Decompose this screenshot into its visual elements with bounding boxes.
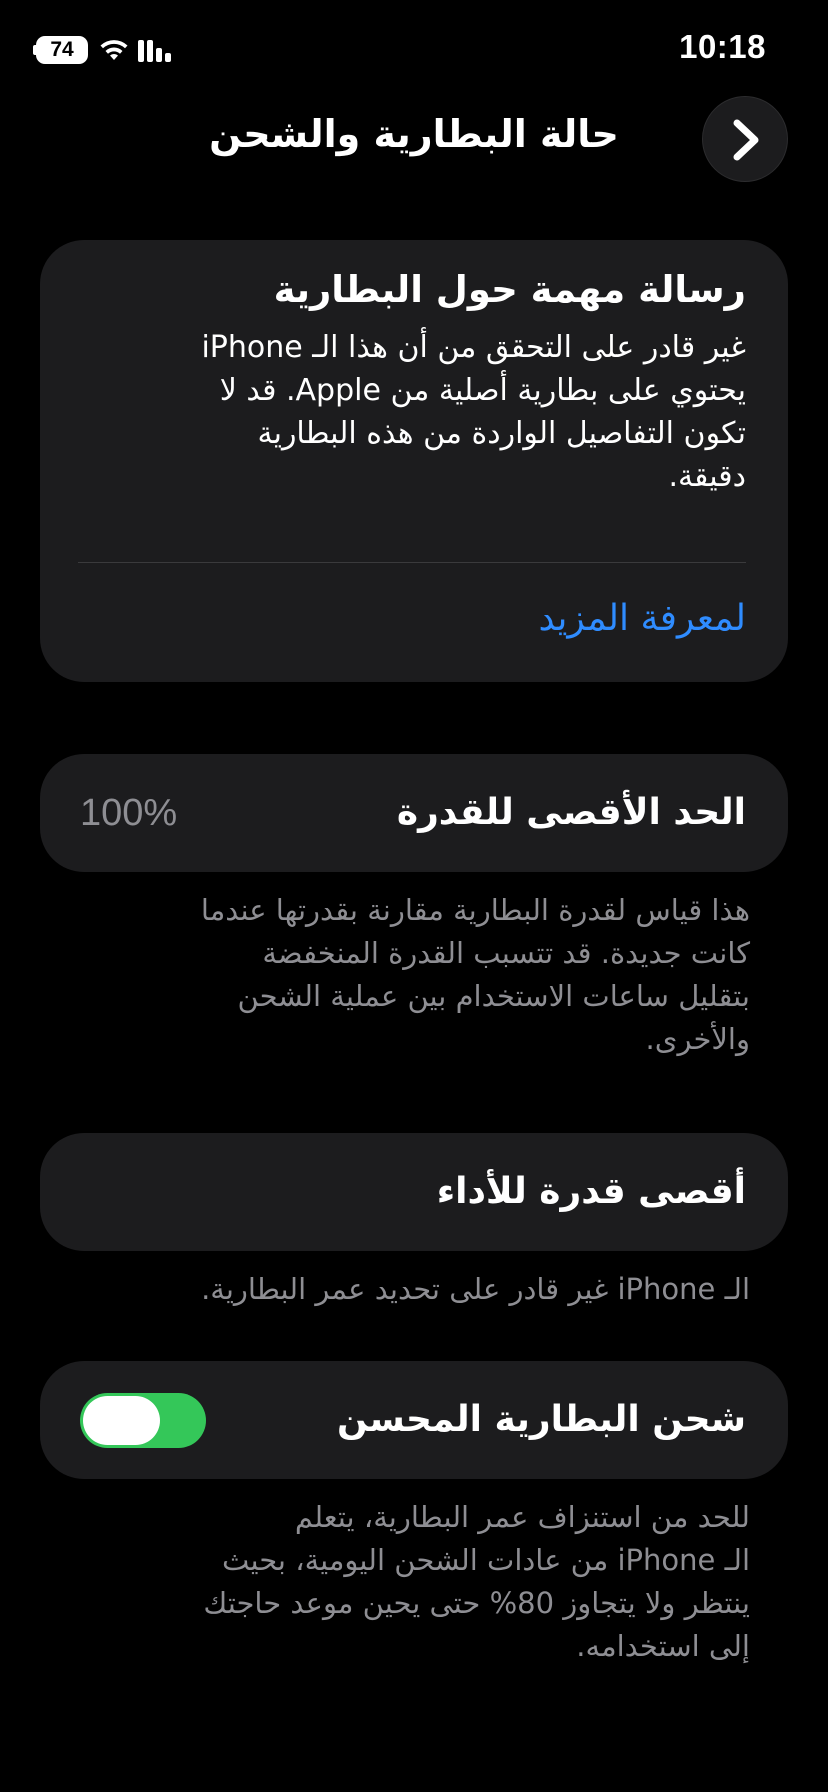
maximum-capacity-row: الحد الأقصى للقدرة 100%: [40, 754, 788, 872]
cellular-signal-icon: [138, 40, 171, 62]
battery-message-card: رسالة مهمة حول البطارية غير قادر على الت…: [40, 240, 788, 682]
chevron-right-icon: [733, 119, 759, 161]
note-line: كانت جديدة. قد تتسبب القدرة المنخفضة: [262, 936, 750, 970]
wifi-icon: [100, 40, 128, 60]
note-line: بتقليل ساعات الاستخدام بين عملية الشحن: [237, 979, 751, 1013]
battery-icon: 74: [36, 36, 88, 64]
toggle-knob: [83, 1396, 160, 1445]
note-line: الـ iPhone من عادات الشحن اليومية، بحيث: [221, 1543, 750, 1577]
note-line: والأخرى.: [645, 1022, 750, 1056]
battery-message-body: غير قادر على التحقق من أن هذا الـ iPhone…: [82, 326, 746, 498]
status-bar: 74 10:18: [0, 0, 828, 100]
battery-message-title: رسالة مهمة حول البطارية: [273, 268, 746, 311]
peak-performance-note: الـ iPhone غير قادر على تحديد عمر البطار…: [201, 1272, 750, 1306]
maximum-capacity-note: هذا قياس لقدرة البطارية مقارنة بقدرتها ع…: [70, 889, 750, 1061]
battery-message-line: دقيقة.: [668, 459, 746, 494]
optimized-charging-toggle[interactable]: [80, 1393, 206, 1448]
divider: [78, 562, 746, 563]
maximum-capacity-value: 100%: [80, 792, 178, 834]
note-line: للحد من استنزاف عمر البطارية، يتعلم: [294, 1500, 750, 1534]
battery-message-line: تكون التفاصيل الواردة من هذه البطارية: [257, 416, 746, 451]
note-line: هذا قياس لقدرة البطارية مقارنة بقدرتها ع…: [200, 893, 750, 927]
peak-performance-label: أقصى قدرة للأداء: [436, 1171, 746, 1212]
battery-message-line: غير قادر على التحقق من أن هذا الـ iPhone: [201, 330, 746, 365]
battery-level: 74: [50, 38, 74, 61]
page-title: حالة البطارية والشحن: [209, 112, 619, 156]
learn-more-link[interactable]: لمعرفة المزيد: [538, 594, 746, 644]
note-line: إلى استخدامه.: [576, 1629, 750, 1663]
optimized-charging-note: للحد من استنزاف عمر البطارية، يتعلم الـ …: [70, 1496, 750, 1668]
maximum-capacity-label: الحد الأقصى للقدرة: [396, 792, 746, 833]
battery-message-line: يحتوي على بطارية أصلية من Apple. قد لا: [219, 373, 746, 408]
peak-performance-row: أقصى قدرة للأداء: [40, 1133, 788, 1251]
optimized-charging-label: شحن البطارية المحسن: [337, 1399, 746, 1440]
status-time: 10:18: [679, 28, 766, 65]
optimized-charging-row: شحن البطارية المحسن: [40, 1361, 788, 1479]
back-button[interactable]: [702, 96, 788, 182]
note-line: ينتظر ولا يتجاوز 80% حتى يحين موعد حاجتك: [203, 1586, 750, 1620]
